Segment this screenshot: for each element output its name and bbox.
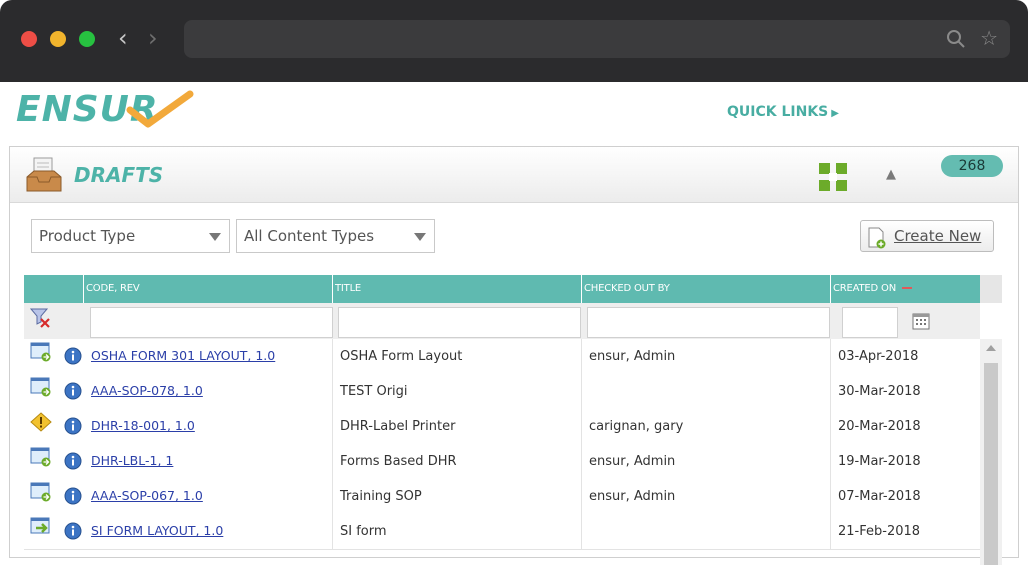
warning-icon[interactable] — [30, 412, 52, 432]
info-icon[interactable] — [64, 452, 82, 470]
doc-edit-icon[interactable] — [30, 342, 52, 362]
chevron-down-icon — [209, 233, 221, 241]
title-cell: DHR-Label Printer — [332, 409, 581, 444]
new-document-icon — [868, 227, 886, 249]
grid-header-row: CODE, REV TITLE CHECKED OUT BY CREATED O… — [24, 275, 980, 303]
column-header-checked-out-by[interactable]: CHECKED OUT BY — [581, 275, 830, 303]
drafts-panel-header: DRAFTS ▲ 268 — [10, 147, 1018, 203]
checked-out-by-filter-input[interactable] — [587, 307, 830, 338]
document-code-link[interactable]: SI FORM LAYOUT, 1.0 — [91, 523, 223, 538]
browser-chrome: ‹ › ☆ — [0, 0, 1028, 82]
checked-out-by-cell: ensur, Admin — [581, 444, 830, 479]
scrollbar-thumb[interactable] — [984, 363, 998, 565]
grid-filter-row — [24, 303, 980, 340]
checked-out-by-cell: ensur, Admin — [581, 339, 830, 374]
created-on-label: CREATED ON — [833, 283, 896, 294]
title-filter-input[interactable] — [338, 307, 581, 338]
code-rev-cell: SI FORM LAYOUT, 1.0 — [83, 514, 332, 549]
info-icon[interactable] — [64, 522, 82, 540]
checked-out-by-cell: ensur, Admin — [581, 479, 830, 514]
expand-icon[interactable] — [818, 162, 848, 192]
chevron-right-icon: ▶ — [831, 108, 839, 119]
doc-arrow-icon[interactable] — [30, 517, 52, 537]
code-rev-cell: DHR-18-001, 1.0 — [83, 409, 332, 444]
table-row[interactable]: OSHA FORM 301 LAYOUT, 1.0 OSHA Form Layo… — [24, 339, 980, 375]
checked-out-by-cell: carignan, gary — [581, 409, 830, 444]
minimize-window-button[interactable] — [50, 31, 66, 47]
table-row[interactable]: DHR-18-001, 1.0 DHR-Label Printer carign… — [24, 409, 980, 445]
drafts-grid: CODE, REV TITLE CHECKED OUT BY CREATED O… — [24, 275, 1003, 565]
quick-links-label: QUICK LINKS — [727, 104, 829, 120]
clear-filter-icon[interactable] — [29, 306, 51, 328]
close-window-button[interactable] — [21, 31, 37, 47]
doc-edit-icon[interactable] — [30, 377, 52, 397]
checked-out-by-cell — [581, 514, 830, 549]
info-icon[interactable] — [64, 382, 82, 400]
grid-scrollbar[interactable] — [980, 339, 1002, 565]
panel-title: DRAFTS — [74, 163, 164, 187]
create-new-button[interactable]: Create New — [860, 220, 994, 252]
created-on-cell: 19-Mar-2018 — [830, 444, 980, 479]
info-icon[interactable] — [64, 347, 82, 365]
table-row[interactable]: DHR-LBL-1, 1 Forms Based DHR ensur, Admi… — [24, 444, 980, 480]
info-icon[interactable] — [64, 417, 82, 435]
document-code-link[interactable]: DHR-LBL-1, 1 — [91, 453, 173, 468]
checked-out-by-cell — [581, 374, 830, 409]
code-rev-cell: DHR-LBL-1, 1 — [83, 444, 332, 479]
created-on-cell: 07-Mar-2018 — [830, 479, 980, 514]
collapse-up-icon[interactable]: ▲ — [886, 167, 896, 182]
info-icon[interactable] — [64, 487, 82, 505]
document-code-link[interactable]: AAA-SOP-078, 1.0 — [91, 383, 203, 398]
code-rev-cell: AAA-SOP-067, 1.0 — [83, 479, 332, 514]
create-new-label: Create New — [894, 227, 982, 245]
scroll-up-icon[interactable] — [986, 345, 996, 351]
title-cell: Forms Based DHR — [332, 444, 581, 479]
maximize-window-button[interactable] — [79, 31, 95, 47]
drafts-panel: DRAFTS ▲ 268 Product Type All Content Ty… — [9, 146, 1019, 565]
title-cell: TEST Origi — [332, 374, 581, 409]
scrollbar-header — [980, 275, 1002, 303]
column-header-title[interactable]: TITLE — [332, 275, 581, 303]
drafts-count-badge: 268 — [941, 155, 1003, 177]
quick-links-link[interactable]: QUICK LINKS ▶ — [727, 102, 839, 124]
address-bar[interactable]: ☆ — [184, 20, 1010, 58]
column-header-actions — [24, 275, 83, 303]
column-header-created-on[interactable]: CREATED ON — [830, 275, 980, 303]
code-rev-cell: OSHA FORM 301 LAYOUT, 1.0 — [83, 339, 332, 374]
calendar-icon[interactable] — [912, 312, 930, 330]
forward-arrow-icon[interactable]: › — [148, 24, 158, 52]
inbox-tray-icon — [26, 157, 62, 192]
table-row[interactable]: AAA-SOP-067, 1.0 Training SOP ensur, Adm… — [24, 479, 980, 515]
table-row[interactable]: AAA-SOP-078, 1.0 TEST Origi 30-Mar-2018 — [24, 374, 980, 410]
sort-indicator-icon — [901, 287, 912, 289]
doc-edit-icon[interactable] — [30, 447, 52, 467]
document-code-link[interactable]: AAA-SOP-067, 1.0 — [91, 488, 203, 503]
content-types-value: All Content Types — [244, 227, 375, 245]
chevron-down-icon — [414, 233, 426, 241]
title-cell: Training SOP — [332, 479, 581, 514]
product-type-select[interactable]: Product Type — [31, 219, 230, 253]
code-rev-cell: AAA-SOP-078, 1.0 — [83, 374, 332, 409]
logo-checkmark-icon — [126, 90, 194, 128]
code-rev-filter-input[interactable] — [90, 307, 333, 338]
created-on-cell: 21-Feb-2018 — [830, 514, 980, 549]
search-icon[interactable] — [946, 29, 966, 49]
created-on-cell: 30-Mar-2018 — [830, 374, 980, 409]
created-on-cell: 03-Apr-2018 — [830, 339, 980, 374]
created-on-filter-input[interactable] — [842, 307, 898, 338]
product-type-value: Product Type — [39, 227, 136, 245]
title-cell: SI form — [332, 514, 581, 549]
bookmark-star-icon[interactable]: ☆ — [980, 26, 998, 50]
title-cell: OSHA Form Layout — [332, 339, 581, 374]
back-arrow-icon[interactable]: ‹ — [118, 24, 128, 52]
created-on-cell: 20-Mar-2018 — [830, 409, 980, 444]
document-code-link[interactable]: OSHA FORM 301 LAYOUT, 1.0 — [91, 348, 275, 363]
document-code-link[interactable]: DHR-18-001, 1.0 — [91, 418, 195, 433]
content-types-select[interactable]: All Content Types — [236, 219, 435, 253]
table-row[interactable]: SI FORM LAYOUT, 1.0 SI form 21-Feb-2018 — [24, 514, 980, 550]
doc-edit-icon[interactable] — [30, 482, 52, 502]
column-header-code-rev[interactable]: CODE, REV — [83, 275, 332, 303]
